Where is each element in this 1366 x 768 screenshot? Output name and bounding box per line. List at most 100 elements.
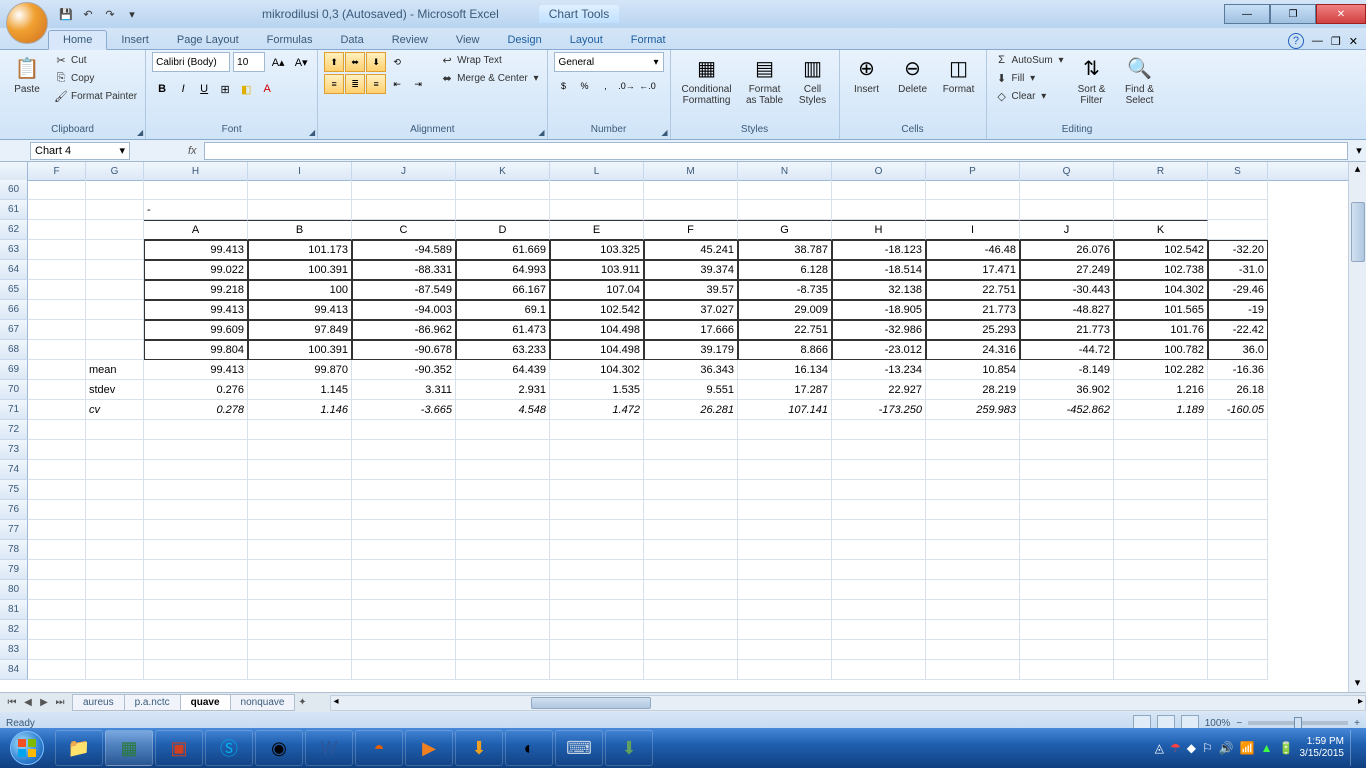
cell[interactable]	[1020, 420, 1114, 440]
cell[interactable]: C	[352, 220, 456, 240]
cell[interactable]	[1114, 200, 1208, 220]
cell[interactable]: -173.250	[832, 400, 926, 420]
cell[interactable]	[644, 540, 738, 560]
col-header-S[interactable]: S	[1208, 162, 1268, 180]
cell[interactable]	[28, 420, 86, 440]
cell[interactable]: -18.905	[832, 300, 926, 320]
cell[interactable]	[456, 600, 550, 620]
cell[interactable]	[86, 220, 144, 240]
align-middle-icon[interactable]: ⬌	[345, 52, 365, 72]
alignment-launcher[interactable]: ◢	[538, 128, 544, 137]
row-header-80[interactable]: 80	[0, 580, 28, 600]
cell[interactable]: 36.0	[1208, 340, 1268, 360]
cell[interactable]: 103.325	[550, 240, 644, 260]
cell[interactable]: 26.076	[1020, 240, 1114, 260]
task-chrome[interactable]: ◉	[255, 730, 303, 766]
cell[interactable]	[832, 640, 926, 660]
cell[interactable]	[550, 560, 644, 580]
cell[interactable]	[926, 560, 1020, 580]
cell-styles-button[interactable]: ▥Cell Styles	[793, 52, 833, 108]
cell[interactable]	[1114, 600, 1208, 620]
cell[interactable]	[644, 600, 738, 620]
cell[interactable]	[550, 580, 644, 600]
col-header-R[interactable]: R	[1114, 162, 1208, 180]
row-header-73[interactable]: 73	[0, 440, 28, 460]
cell[interactable]: 0.278	[144, 400, 248, 420]
cell[interactable]	[550, 660, 644, 680]
tray-icon2[interactable]: ◆	[1187, 741, 1196, 755]
first-sheet-icon[interactable]: ⏮	[4, 697, 20, 708]
cell[interactable]: F	[644, 220, 738, 240]
cell[interactable]: 39.179	[644, 340, 738, 360]
cell[interactable]	[1208, 620, 1268, 640]
row-header-77[interactable]: 77	[0, 520, 28, 540]
cell[interactable]	[248, 520, 352, 540]
cell[interactable]	[550, 460, 644, 480]
cell[interactable]: 61.473	[456, 320, 550, 340]
cell[interactable]	[644, 580, 738, 600]
cell[interactable]: 25.293	[926, 320, 1020, 340]
horizontal-scrollbar[interactable]: ◂ ▸	[330, 695, 1366, 711]
col-header-P[interactable]: P	[926, 162, 1020, 180]
row-header-65[interactable]: 65	[0, 280, 28, 300]
cell[interactable]	[28, 280, 86, 300]
cell[interactable]	[456, 640, 550, 660]
cell[interactable]: 10.854	[926, 360, 1020, 380]
cell[interactable]: 259.983	[926, 400, 1020, 420]
col-header-K[interactable]: K	[456, 162, 550, 180]
cell[interactable]	[738, 620, 832, 640]
cell[interactable]	[738, 420, 832, 440]
cell[interactable]	[1114, 520, 1208, 540]
tab-page-layout[interactable]: Page Layout	[163, 31, 253, 49]
cell[interactable]	[144, 600, 248, 620]
cell[interactable]	[1020, 540, 1114, 560]
cell[interactable]	[1114, 180, 1208, 200]
scroll-left-icon[interactable]: ◂	[333, 696, 338, 707]
col-header-G[interactable]: G	[86, 162, 144, 180]
restore-window-icon[interactable]: ❐	[1331, 35, 1341, 48]
cell[interactable]	[832, 620, 926, 640]
cell[interactable]	[1208, 500, 1268, 520]
cell[interactable]	[926, 500, 1020, 520]
cell[interactable]: 17.471	[926, 260, 1020, 280]
autosum-button[interactable]: ΣAutoSum ▾	[993, 52, 1066, 68]
cell[interactable]	[144, 560, 248, 580]
cell[interactable]: -13.234	[832, 360, 926, 380]
cell[interactable]	[1020, 200, 1114, 220]
row-header-69[interactable]: 69	[0, 360, 28, 380]
hscroll-thumb[interactable]	[531, 697, 651, 709]
cell[interactable]: 36.902	[1020, 380, 1114, 400]
cell[interactable]	[832, 600, 926, 620]
cell[interactable]: H	[832, 220, 926, 240]
cells-area[interactable]: -ABCDEFGHIJK99.413101.173-94.58961.66910…	[28, 180, 1268, 680]
cell[interactable]	[352, 580, 456, 600]
cell[interactable]: -88.331	[352, 260, 456, 280]
cell[interactable]	[248, 460, 352, 480]
cell[interactable]	[738, 500, 832, 520]
cell[interactable]: 61.669	[456, 240, 550, 260]
scroll-down-icon[interactable]: ▾	[1349, 676, 1366, 692]
tray-battery-icon[interactable]: 🔋	[1279, 741, 1294, 755]
tray-action-center-icon[interactable]: ⚐	[1202, 741, 1213, 755]
cell[interactable]	[456, 620, 550, 640]
cell[interactable]: -90.678	[352, 340, 456, 360]
increase-decimal-icon[interactable]: .0→	[617, 76, 637, 96]
cell[interactable]	[1020, 620, 1114, 640]
cell[interactable]: 3.311	[352, 380, 456, 400]
cell[interactable]: 39.57	[644, 280, 738, 300]
cell[interactable]: 26.18	[1208, 380, 1268, 400]
minimize-ribbon-icon[interactable]: —	[1312, 35, 1323, 47]
cell[interactable]	[144, 520, 248, 540]
cell[interactable]: 99.413	[144, 300, 248, 320]
cell[interactable]: 16.134	[738, 360, 832, 380]
cell[interactable]	[644, 420, 738, 440]
cell[interactable]	[28, 620, 86, 640]
cell[interactable]	[456, 180, 550, 200]
vscroll-thumb[interactable]	[1351, 202, 1365, 262]
cell[interactable]: I	[926, 220, 1020, 240]
cell[interactable]: 99.609	[144, 320, 248, 340]
col-header-L[interactable]: L	[550, 162, 644, 180]
font-size-select[interactable]	[233, 52, 265, 72]
delete-cells-button[interactable]: ⊖Delete	[892, 52, 934, 97]
tab-design[interactable]: Design	[493, 31, 555, 49]
